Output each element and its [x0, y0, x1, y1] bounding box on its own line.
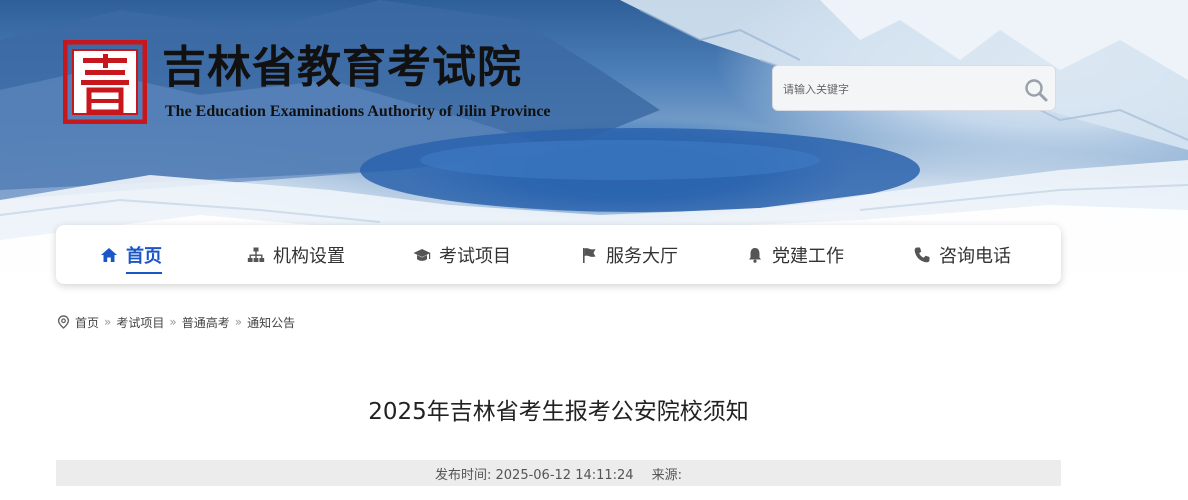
breadcrumb-item-gaokao[interactable]: 普通高考: [182, 314, 230, 331]
bell-icon: [749, 247, 761, 263]
location-pin-icon: [57, 315, 70, 329]
nav-item-label: 机构设置: [273, 245, 345, 267]
nav-item-home[interactable]: 首页: [100, 225, 162, 284]
org-chart-icon: [247, 247, 265, 262]
search-input[interactable]: [783, 78, 1013, 100]
nav-item-label: 咨询电话: [939, 245, 1011, 267]
flag-icon: [583, 247, 596, 263]
search-icon[interactable]: [1023, 77, 1049, 103]
graduation-cap-icon: [413, 248, 431, 261]
site-title: 吉林省教育考试院: [162, 42, 522, 93]
breadcrumb: 首页 » 考试项目 » 普通高考 » 通知公告: [57, 313, 295, 331]
nav-item-service-hall[interactable]: 服务大厅: [580, 225, 678, 284]
nav-item-label: 党建工作: [772, 245, 844, 267]
main-nav: 首页 机构设置 考试项目 服务大厅 党建工作 咨询电话: [56, 225, 1061, 284]
breadcrumb-item-home[interactable]: 首页: [75, 314, 99, 331]
search-box: [772, 65, 1056, 111]
article-meta: 发布时间: 2025-06-12 14:11:24 来源:: [56, 460, 1061, 486]
nav-item-label: 考试项目: [439, 245, 511, 267]
seal-logo-icon[interactable]: [63, 40, 147, 124]
breadcrumb-separator: »: [234, 315, 243, 329]
breadcrumb-separator: »: [104, 315, 112, 329]
home-icon: [101, 247, 117, 262]
nav-item-exams[interactable]: 考试项目: [413, 225, 511, 284]
nav-item-hotline[interactable]: 咨询电话: [913, 225, 1011, 284]
breadcrumb-item-exams[interactable]: 考试项目: [116, 314, 164, 331]
nav-item-label: 服务大厅: [606, 245, 678, 267]
nav-item-party-building[interactable]: 党建工作: [746, 225, 844, 284]
publish-time: 发布时间: 2025-06-12 14:11:24: [435, 467, 634, 483]
site-subtitle: The Education Examinations Authority of …: [165, 103, 551, 120]
breadcrumb-item-notices[interactable]: 通知公告: [247, 314, 295, 331]
nav-item-organization[interactable]: 机构设置: [247, 225, 345, 284]
nav-item-label: 首页: [126, 242, 162, 274]
phone-icon: [914, 247, 930, 262]
article-source: 来源:: [651, 467, 682, 483]
article-title: 2025年吉林省考生报考公安院校须知: [368, 399, 749, 425]
breadcrumb-separator: »: [169, 315, 177, 329]
